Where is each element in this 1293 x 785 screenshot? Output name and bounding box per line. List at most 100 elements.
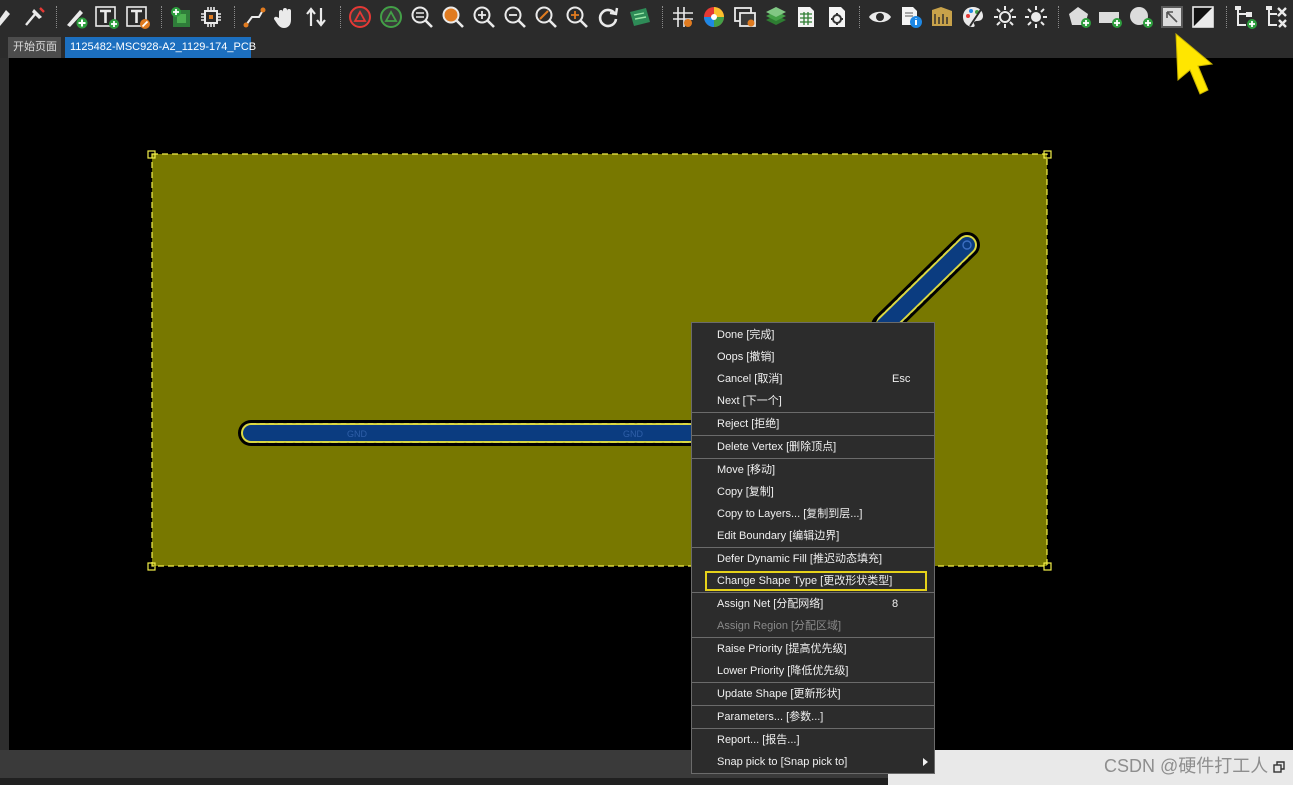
menu-item-label: Defer Dynamic Fill [推迟动态填充] <box>717 553 883 565</box>
menu-item-label: Report... [报告...] <box>717 734 800 746</box>
menu-item-shortcut: 8 <box>892 598 899 610</box>
zoom-select-icon[interactable] <box>564 4 590 30</box>
menu-separator <box>692 705 934 706</box>
submenu-arrow-icon <box>923 758 928 766</box>
menu-item-label: Copy [复制] <box>717 486 774 498</box>
menu-item-label: Copy to Layers... [复制到层...] <box>717 508 863 520</box>
menu-separator <box>692 728 934 729</box>
menu-item[interactable]: Edit Boundary [编辑边界] <box>692 525 934 547</box>
spreadsheet-icon[interactable] <box>793 4 819 30</box>
menu-separator <box>692 458 934 459</box>
chip-icon[interactable] <box>198 4 224 30</box>
menu-item-label: Reject [拒绝] <box>717 418 780 430</box>
window-restore-icon[interactable] <box>1272 760 1286 774</box>
menu-item-label: Snap pick to [Snap pick to] <box>717 756 848 768</box>
zoom-area-icon[interactable] <box>440 4 466 30</box>
add-polygon-icon[interactable] <box>1066 4 1092 30</box>
menu-separator <box>692 435 934 436</box>
zoom-prev-icon[interactable] <box>533 4 559 30</box>
pin-icon[interactable] <box>21 4 47 30</box>
shape-select-icon[interactable] <box>1159 4 1185 30</box>
select-icon[interactable] <box>0 4 18 30</box>
hand-pan-icon[interactable] <box>272 4 298 30</box>
layers-icon[interactable] <box>763 4 789 30</box>
draw-add-icon[interactable] <box>63 4 89 30</box>
menu-item: Assign Region [分配区域] <box>692 615 934 637</box>
menu-item[interactable]: Change Shape Type [更改形状类型] <box>692 570 934 592</box>
sun-icon[interactable] <box>992 4 1018 30</box>
menu-item-label: Parameters... [参数...] <box>717 711 824 723</box>
refresh-icon[interactable] <box>595 4 621 30</box>
pcb-design-canvas[interactable]: GND GND <box>9 58 1293 750</box>
context-menu: Done [完成] Oops [撤销] Cancel [取消] Esc Next [下一… <box>691 322 935 774</box>
tree-add-icon[interactable] <box>1233 4 1259 30</box>
board-icon[interactable] <box>627 4 653 30</box>
menu-item-label: Assign Net [分配网络] <box>717 598 824 610</box>
document-settings-icon[interactable] <box>824 4 850 30</box>
pcb-drawing: GND GND <box>147 150 1052 571</box>
menu-item[interactable]: Move [移动] <box>692 459 934 481</box>
tab-pcb-document[interactable]: 1125482-MSC928-A2_1129-174_PCB <box>65 37 256 58</box>
zoom-fit-icon[interactable] <box>409 4 435 30</box>
watermark-text: CSDN @硬件打工人 <box>1104 756 1269 776</box>
palette-icon[interactable] <box>960 4 986 30</box>
add-circle-icon[interactable] <box>1128 4 1154 30</box>
menu-item-label: Delete Vertex [删除顶点] <box>717 441 837 453</box>
menu-item[interactable]: Delete Vertex [删除顶点] <box>692 436 934 458</box>
left-dock-strip <box>0 58 9 750</box>
grid-icon[interactable] <box>670 4 696 30</box>
menu-item-label: Lower Priority [降低优先级] <box>717 665 849 677</box>
menu-item[interactable]: Lower Priority [降低优先级] <box>692 660 934 682</box>
sun-alt-icon[interactable] <box>1023 4 1049 30</box>
text-add-icon[interactable] <box>94 4 120 30</box>
menu-separator <box>692 412 934 413</box>
menu-item-label: Update Shape [更新形状] <box>717 688 841 700</box>
menu-item[interactable]: Report... [报告...] <box>692 729 934 751</box>
menu-item-label: Edit Boundary [编辑边界] <box>717 530 840 542</box>
menu-separator <box>692 592 934 593</box>
menu-item[interactable]: Parameters... [参数...] <box>692 706 934 728</box>
menu-item-label: Cancel [取消] <box>717 373 783 385</box>
menu-item[interactable]: Done [完成] <box>692 324 934 346</box>
menu-item-label: Raise Priority [提高优先级] <box>717 643 847 655</box>
menu-item[interactable]: Defer Dynamic Fill [推迟动态填充] <box>692 548 934 570</box>
menu-separator <box>692 547 934 548</box>
menu-item-label: Oops [撤销] <box>717 351 775 363</box>
measure-icon[interactable] <box>929 4 955 30</box>
menu-item[interactable]: Raise Priority [提高优先级] <box>692 638 934 660</box>
shape-split-icon[interactable] <box>1190 4 1216 30</box>
annotation-arrow-icon <box>1175 32 1214 95</box>
menu-item-label: Done [完成] <box>717 329 775 341</box>
menu-item[interactable]: Snap pick to [Snap pick to] <box>692 751 934 773</box>
pcb-add-icon[interactable] <box>168 4 194 30</box>
menu-item[interactable]: Oops [撤销] <box>692 346 934 368</box>
menu-item[interactable]: Update Shape [更新形状] <box>692 683 934 705</box>
menu-item[interactable]: Next [下一个] <box>692 390 934 412</box>
menu-item[interactable]: Copy to Layers... [复制到层...] <box>692 503 934 525</box>
swap-icon[interactable] <box>304 4 330 30</box>
info-icon[interactable] <box>898 4 924 30</box>
menu-item[interactable]: Cancel [取消] Esc <box>692 368 934 390</box>
menu-item[interactable]: Assign Net [分配网络] 8 <box>692 593 934 615</box>
add-rectangle-icon[interactable] <box>1097 4 1123 30</box>
route-icon[interactable] <box>241 4 267 30</box>
drc-red-icon[interactable] <box>347 4 373 30</box>
tree-remove-icon[interactable] <box>1264 4 1290 30</box>
zoom-in-icon[interactable] <box>471 4 497 30</box>
color-wheel-icon[interactable] <box>701 4 727 30</box>
trace-net-label: GND <box>347 429 368 439</box>
menu-separator <box>692 637 934 638</box>
menu-separator <box>692 682 934 683</box>
visibility-eye-icon[interactable] <box>867 4 893 30</box>
menu-item-label: Assign Region [分配区域] <box>717 620 842 632</box>
window-icon[interactable] <box>732 4 758 30</box>
zoom-out-icon[interactable] <box>502 4 528 30</box>
menu-item-label: Next [下一个] <box>717 395 782 407</box>
text-edit-icon[interactable] <box>125 4 151 30</box>
tab-start-page[interactable]: 开始页面 <box>8 37 61 58</box>
document-tab-bar: 开始页面 1125482-MSC928-A2_1129-174_PCB <box>0 34 1293 58</box>
menu-item-label: Change Shape Type [更改形状类型] <box>717 575 893 587</box>
drc-green-icon[interactable] <box>378 4 404 30</box>
menu-item[interactable]: Copy [复制] <box>692 481 934 503</box>
menu-item[interactable]: Reject [拒绝] <box>692 413 934 435</box>
